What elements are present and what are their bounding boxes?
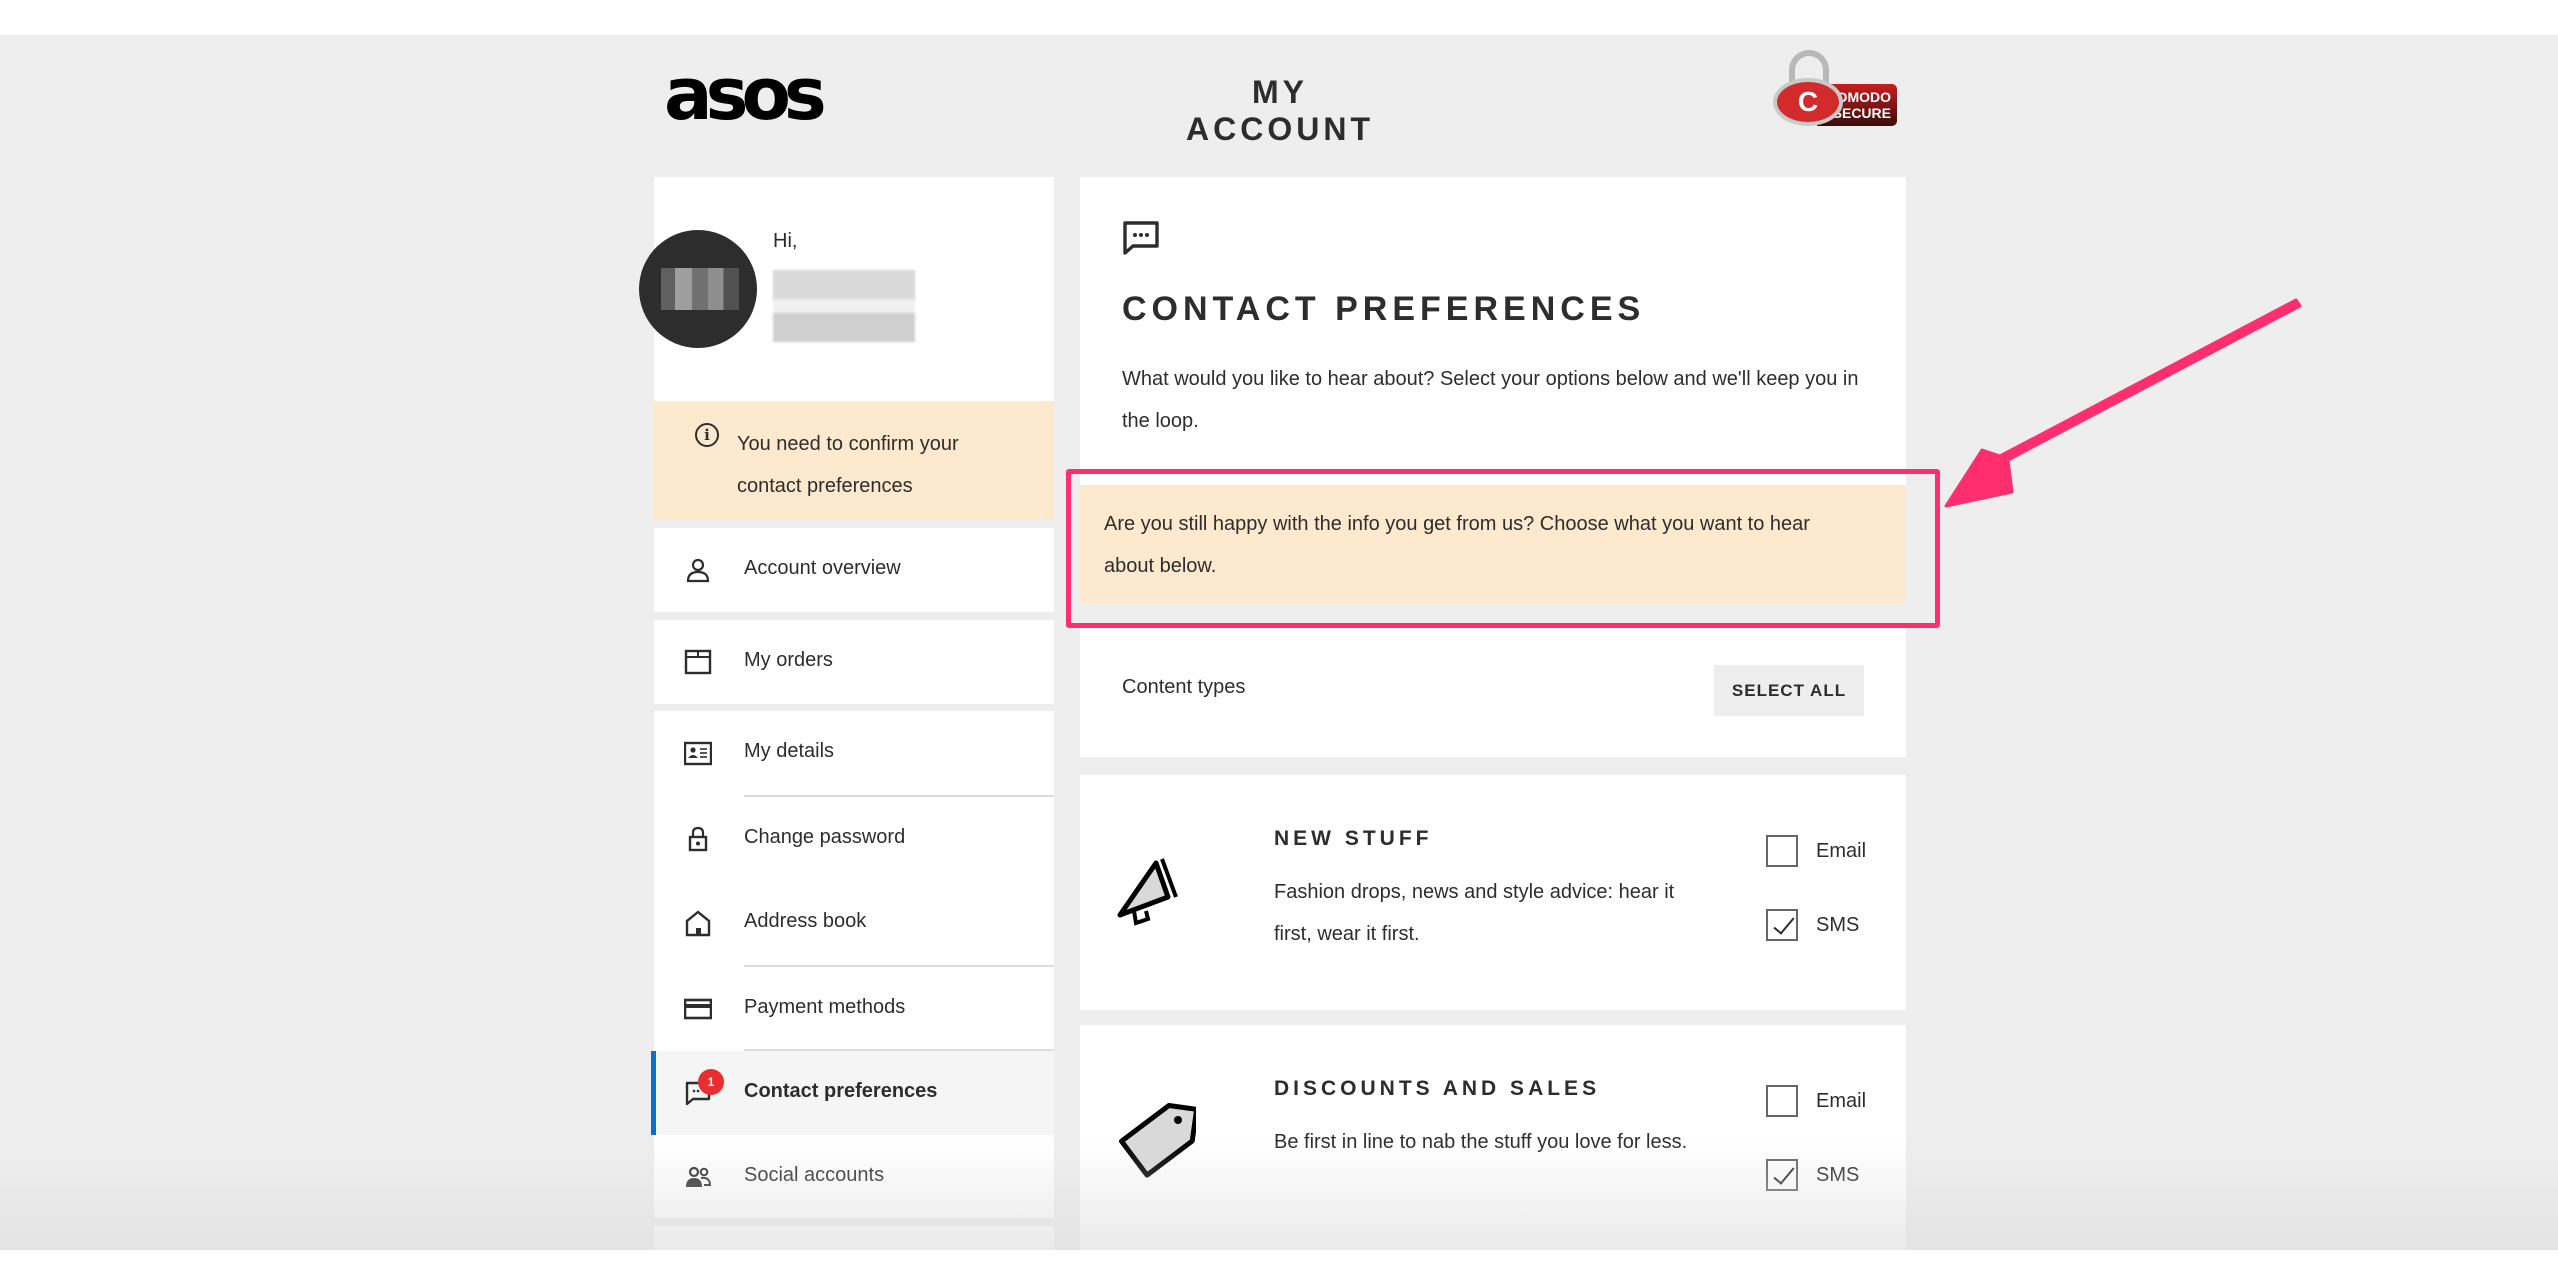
content-types-label: Content types <box>1122 676 1246 698</box>
preference-card-new-stuff: NEW STUFF Fashion drops, news and style … <box>1080 775 1906 1010</box>
email-checkbox-discounts[interactable]: Email <box>1766 1085 1866 1117</box>
checkbox[interactable] <box>1766 835 1798 867</box>
sidebar-item-label: Contact preferences <box>744 1080 938 1102</box>
sidebar-item-label: My details <box>744 740 835 762</box>
nav-card-main: My details Change password Address book … <box>651 711 1054 1219</box>
info-icon: i <box>695 423 719 447</box>
sidebar-item-label: Payment methods <box>744 996 906 1018</box>
house-icon <box>685 910 711 937</box>
avatar-image-pixelated <box>661 268 739 310</box>
chat-icon-wrapper: 1 <box>684 1069 724 1107</box>
sidebar-item-account-overview[interactable]: Account overview <box>654 528 1054 612</box>
price-tag-icon <box>1118 1102 1196 1178</box>
preference-title: NEW STUFF <box>1274 827 1433 850</box>
email-checkbox-new-stuff[interactable]: Email <box>1766 835 1866 867</box>
sidebar-item-my-details[interactable]: My details <box>654 711 1054 795</box>
people-icon <box>686 1166 712 1187</box>
option-label: Email <box>1816 839 1867 862</box>
preference-card-discounts: DISCOUNTS AND SALES Be first in line to … <box>1080 1025 1906 1250</box>
box-icon <box>684 649 712 675</box>
lock-icon <box>688 826 708 852</box>
sidebar-item-my-orders[interactable]: My orders <box>654 620 1054 704</box>
comodo-secure-badge: COMODO SECURE C <box>1773 48 1899 128</box>
banner-gap <box>1080 604 1906 626</box>
sidebar-item-label: Account overview <box>744 557 901 579</box>
nav-card-next <box>654 1226 1054 1256</box>
person-icon <box>686 558 710 583</box>
preference-title: DISCOUNTS AND SALES <box>1274 1077 1601 1100</box>
sidebar-item-payment-methods[interactable]: Payment methods <box>654 967 1054 1051</box>
banner-text: Are you still happy with the info you ge… <box>1104 513 1810 577</box>
sidebar-item-social-accounts[interactable]: Social accounts <box>654 1135 1054 1219</box>
sidebar-item-label: My orders <box>744 649 833 671</box>
sms-checkbox-new-stuff[interactable]: SMS <box>1766 909 1859 941</box>
credit-card-icon <box>684 998 712 1020</box>
sidebar-item-change-password[interactable]: Change password <box>654 797 1054 881</box>
warning-text: You need to confirm your contact prefere… <box>737 433 959 497</box>
checkbox-checked[interactable] <box>1766 1159 1798 1191</box>
select-all-button[interactable]: SELECT ALL <box>1714 665 1864 716</box>
section-title: CONTACT PREFERENCES <box>1122 290 1646 328</box>
avatar <box>639 230 757 348</box>
nav-card-overview: Account overview <box>654 528 1054 612</box>
preference-description: Be first in line to nab the stuff you lo… <box>1274 1131 1688 1153</box>
nav-card-orders: My orders <box>654 620 1054 704</box>
sidebar-item-label: Change password <box>744 826 906 848</box>
notification-badge: 1 <box>698 1069 724 1095</box>
megaphone-icon <box>1117 858 1178 926</box>
checkbox-checked[interactable] <box>1766 909 1798 941</box>
checkbox[interactable] <box>1766 1085 1798 1117</box>
sms-checkbox-discounts[interactable]: SMS <box>1766 1159 1859 1191</box>
sidebar-item-address-book[interactable]: Address book <box>654 881 1054 965</box>
reconfirm-banner: Are you still happy with the info you ge… <box>1080 485 1906 604</box>
option-label: SMS <box>1816 913 1860 936</box>
option-label: Email <box>1816 1089 1867 1112</box>
greeting: Hi, <box>773 230 798 252</box>
preference-description: Fashion drops, news and style advice: he… <box>1274 881 1675 945</box>
option-label: SMS <box>1816 1163 1860 1186</box>
sidebar-item-contact-preferences[interactable]: 1 Contact preferences <box>651 1051 1054 1135</box>
intro-text: What would you like to hear about? Selec… <box>1122 368 1859 432</box>
id-card-icon <box>684 741 712 766</box>
sidebar-item-label: Social accounts <box>744 1164 885 1186</box>
sidebar-item-label: Address book <box>744 910 867 932</box>
user-name-redacted <box>773 270 915 342</box>
chat-bubble-icon <box>1123 221 1159 255</box>
padlock-icon: C <box>1773 78 1843 126</box>
confirm-preferences-warning: i You need to confirm your contact prefe… <box>654 401 1054 520</box>
asos-logo[interactable]: asos <box>664 58 827 130</box>
page-title: MY ACCOUNT <box>1186 74 1374 147</box>
